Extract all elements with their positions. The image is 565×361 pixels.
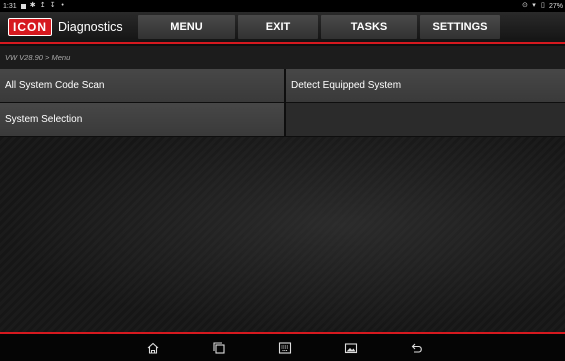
notification-icon [20, 3, 26, 9]
menu-button[interactable]: MENU [138, 15, 235, 39]
empty-menu-cell [286, 103, 565, 136]
dot-icon: • [61, 2, 64, 9]
tasks-button[interactable]: TASKS [321, 15, 417, 39]
recents-icon[interactable] [212, 341, 226, 355]
menu-row: All System Code Scan Detect Equipped Sys… [0, 69, 565, 102]
back-icon[interactable] [410, 341, 424, 355]
status-bar: 1:31 ✱ ↥ ↧ • ⊙ ▾ ▯ 27% [0, 0, 565, 12]
content-area [0, 137, 565, 332]
app-header: ICON Diagnostics MENU EXIT TASKS SETTING… [0, 12, 565, 44]
status-time: 1:31 [3, 2, 17, 10]
system-selection-item[interactable]: System Selection [0, 103, 284, 136]
settings-button[interactable]: SETTINGS [420, 15, 500, 39]
brand: ICON Diagnostics [0, 18, 138, 36]
gallery-icon[interactable] [344, 341, 358, 355]
breadcrumb: VW V28.90 > Menu [0, 46, 565, 69]
home-icon[interactable] [146, 341, 160, 355]
app-title: Diagnostics [58, 20, 123, 34]
keyboard-icon[interactable] [278, 341, 292, 355]
battery-level: 27% [548, 2, 563, 10]
location-icon: ⊙ [522, 2, 528, 9]
battery-icon: ▯ [541, 2, 545, 9]
icon-logo: ICON [8, 18, 52, 36]
wifi-icon: ▾ [532, 2, 536, 9]
gear-icon: ✱ [29, 2, 36, 9]
exit-button[interactable]: EXIT [238, 15, 318, 39]
download-icon: ↧ [49, 2, 56, 9]
android-nav-bar [0, 332, 565, 361]
menu-grid: All System Code Scan Detect Equipped Sys… [0, 69, 565, 136]
menu-row: System Selection [0, 103, 565, 136]
download-icon: ↥ [39, 2, 46, 9]
all-system-code-scan-item[interactable]: All System Code Scan [0, 69, 284, 102]
detect-equipped-system-item[interactable]: Detect Equipped System [286, 69, 565, 102]
